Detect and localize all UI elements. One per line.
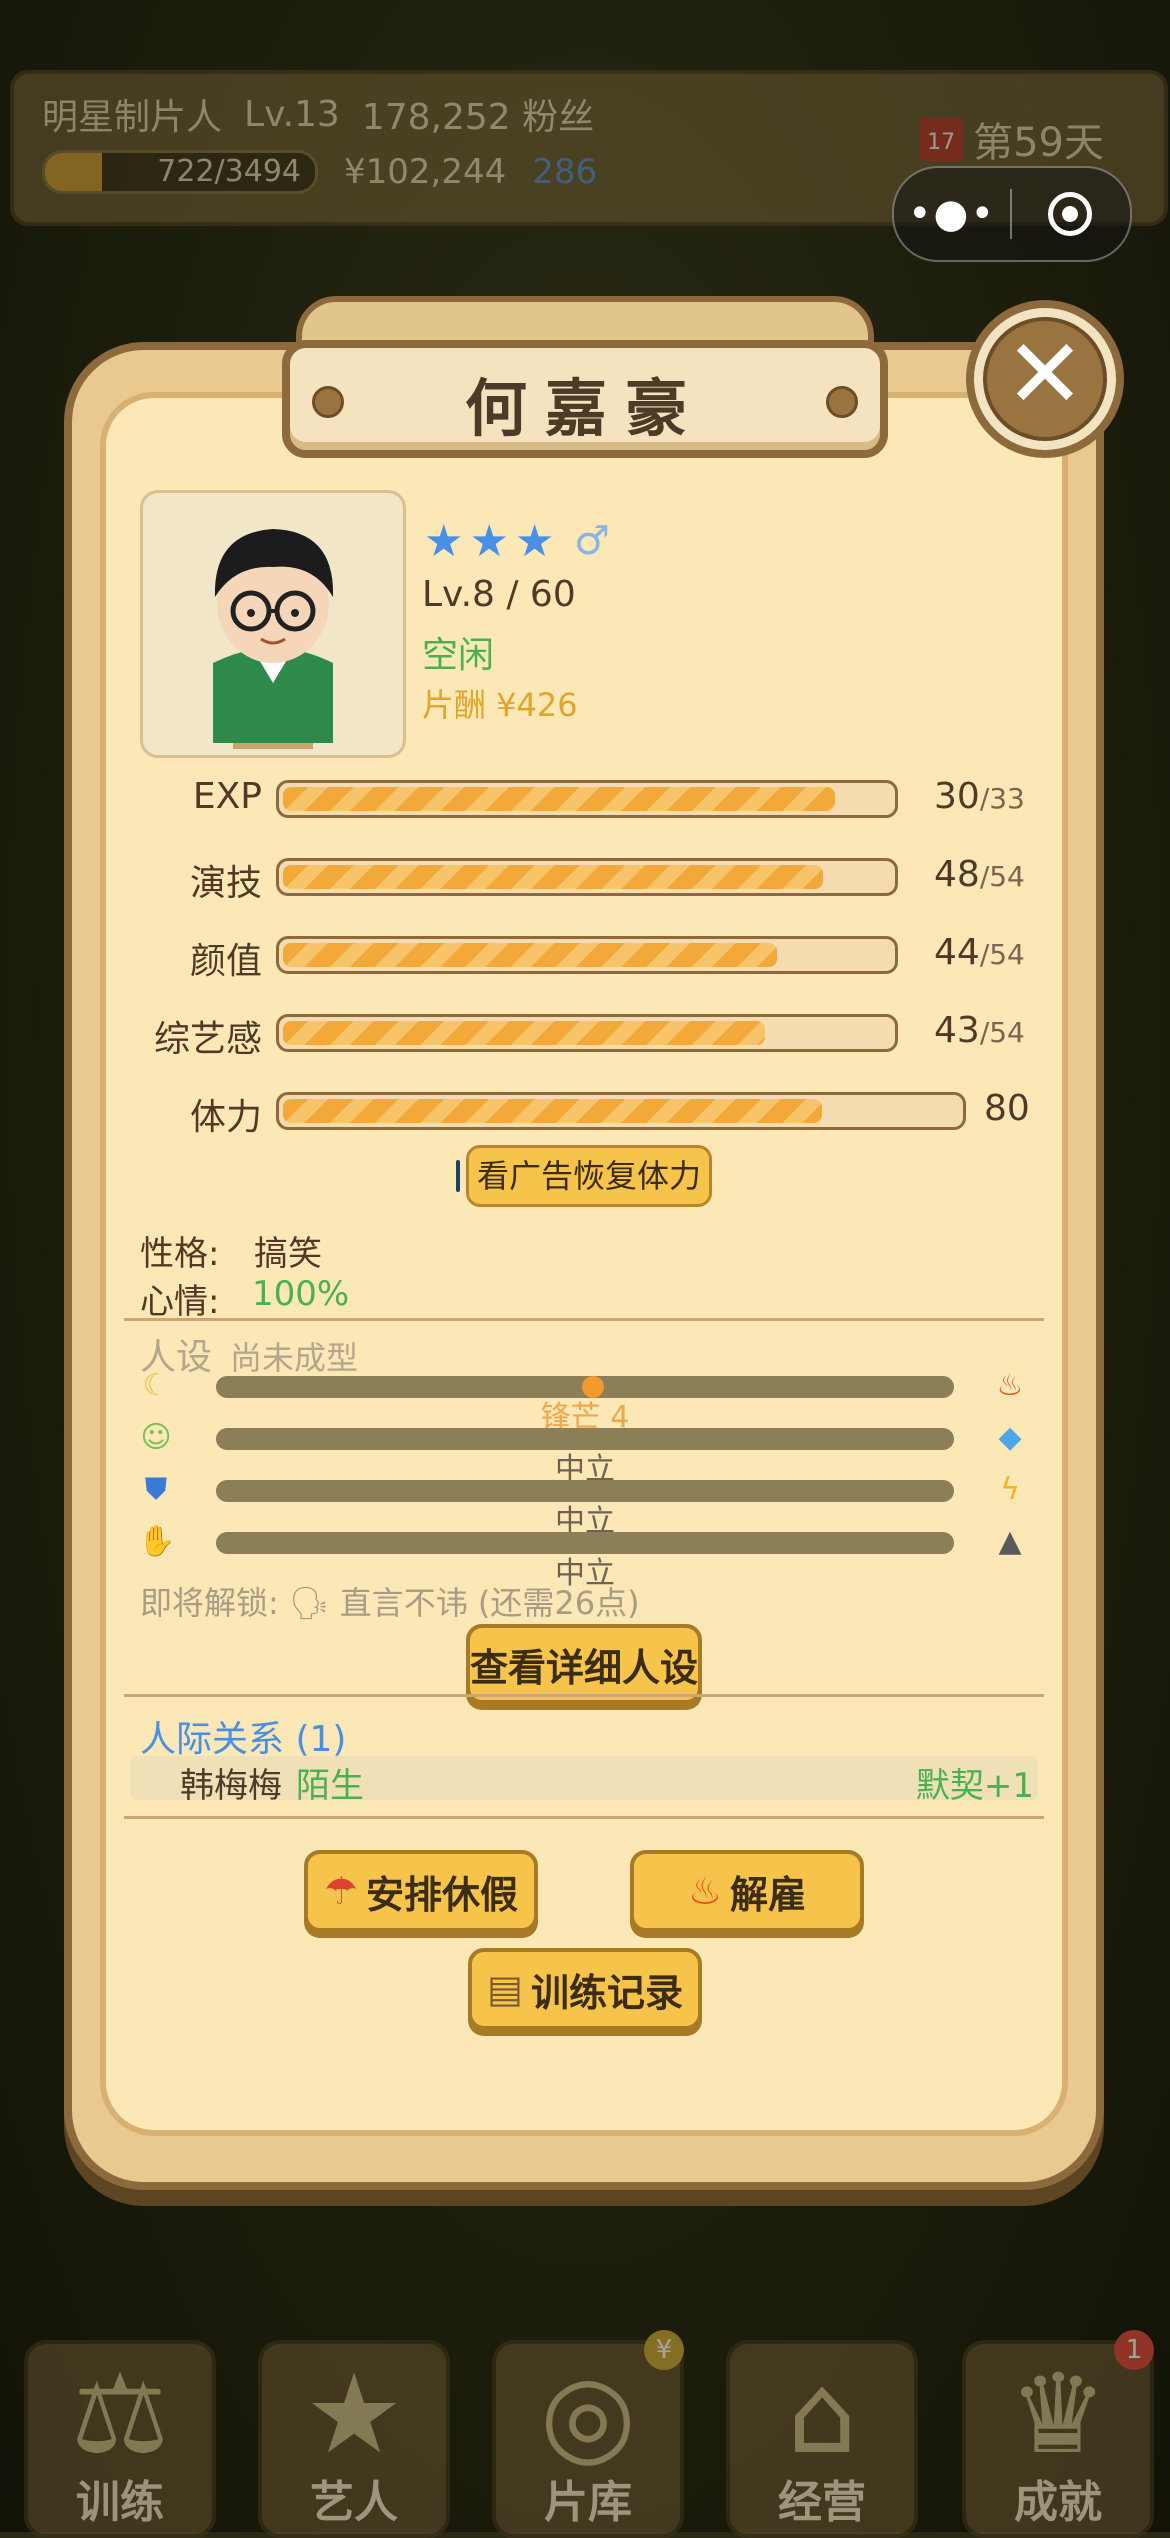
stat-bar-variety — [276, 1014, 898, 1052]
nav-badge: 1 — [1114, 2330, 1154, 2370]
stat-value-stamina: 80 — [984, 1088, 1030, 1129]
stat-bar-looks — [276, 936, 898, 974]
mood-label: 心情: — [140, 1282, 220, 1322]
nav-film-library[interactable]: ¥ ◎ 片库 — [492, 2330, 684, 2538]
mask-icon: ☺ — [140, 1420, 172, 1455]
stat-value-looks: 44/54 — [934, 932, 1025, 973]
stat-value-exp: 30/33 — [934, 776, 1025, 817]
artist-level: Lv.8 / 60 — [422, 574, 576, 615]
personality-value: 搞笑 — [254, 1234, 322, 1274]
diamond-icon: ◆ — [998, 1420, 1022, 1455]
flame-icon: ♨ — [687, 1869, 723, 1913]
stat-value-variety: 43/54 — [934, 1010, 1025, 1051]
game-title: 明星制片人 — [42, 97, 223, 138]
nav-train[interactable]: ⚖ 训练 — [24, 2340, 216, 2538]
stat-bar-stamina — [276, 1092, 966, 1130]
stat-label-variety: 综艺感 — [153, 1019, 262, 1060]
stat-bar-acting — [276, 858, 898, 896]
close-button[interactable]: ✕ — [966, 300, 1124, 458]
relation-state: 陌生 — [296, 1766, 364, 1806]
calendar-icon: 17 — [919, 117, 964, 161]
relation-name: 韩梅梅 — [180, 1766, 282, 1806]
nav-achievements[interactable]: 1 ♛ 成就 — [962, 2330, 1154, 2538]
stat-label-stamina: 体力 — [189, 1097, 262, 1138]
star-rating: ★★★ — [424, 516, 561, 567]
relations-title: 人际关系 (1) — [140, 1719, 347, 1760]
stat-label-acting: 演技 — [189, 863, 262, 904]
day-counter: 第59天 — [973, 120, 1104, 166]
stat-label-looks: 颜值 — [189, 941, 262, 982]
moon-icon: ☾ — [142, 1368, 170, 1403]
stat-value-acting: 48/54 — [934, 854, 1025, 895]
miniprogram-capsule: •●• — [892, 166, 1132, 262]
close-icon: ✕ — [983, 317, 1107, 441]
nav-business[interactable]: ⌂ 经营 — [726, 2340, 918, 2538]
eagle-icon: ▲ — [998, 1524, 1022, 1559]
beach-umbrella-icon: ☂ — [323, 1869, 359, 1913]
nav-artists[interactable]: ★ 艺人 — [258, 2340, 450, 2538]
artist-avatar — [140, 490, 406, 758]
shield-icon: ⛊ — [144, 1472, 168, 1507]
player-level: Lv.13 — [244, 93, 340, 135]
artist-status: 空闲 — [422, 635, 495, 676]
stat-label-exp: EXP — [192, 776, 262, 817]
player-exp-bar: 722/3494 — [42, 150, 318, 194]
tv-icon — [456, 1160, 460, 1192]
nav-badge: ¥ — [644, 2330, 684, 2370]
view-persona-details-button[interactable]: 查看详细人设 — [466, 1624, 702, 1704]
shop-icon: ⌂ — [787, 2350, 857, 2478]
artist-name: 何嘉豪 — [464, 372, 705, 445]
handshake-icon: ✋ — [138, 1524, 176, 1559]
fire-icon: ♨ — [996, 1368, 1024, 1403]
artist-salary: 片酬 ¥426 — [422, 686, 578, 724]
star-trophy-icon: ★ — [304, 2350, 404, 2478]
exit-miniprogram-button[interactable] — [1012, 192, 1128, 236]
stat-bar-exp — [276, 780, 898, 818]
target-icon — [1048, 192, 1092, 236]
fire-artist-button[interactable]: ♨ 解雇 — [630, 1850, 864, 1932]
training-records-button[interactable]: ▤ 训练记录 — [468, 1948, 702, 2030]
gender-icon: ♂ — [574, 518, 610, 564]
diamond-count: 286 — [532, 152, 598, 192]
lightning-icon: ϟ — [1000, 1472, 1020, 1507]
more-menu-button[interactable]: •●• — [894, 191, 1010, 237]
relation-row[interactable]: 韩梅梅 陌生 默契+1 — [130, 1756, 1038, 1806]
personality-label: 性格: — [140, 1234, 220, 1274]
title-plate: 何嘉豪 — [282, 340, 888, 458]
arrange-vacation-button[interactable]: ☂ 安排休假 — [304, 1850, 538, 1932]
relation-bonus: 默契+1 — [915, 1766, 1034, 1806]
dumbbell-icon: ⚖ — [70, 2350, 170, 2478]
clipboard-icon: ▤ — [487, 1967, 523, 2011]
bottom-nav: ⚖ 训练 ★ 艺人 ¥ ◎ 片库 ⌂ 经营 1 ♛ 成就 — [0, 2330, 1170, 2538]
fans-count: 178,252 粉丝 — [361, 97, 595, 138]
watch-ad-restore-stamina-button[interactable]: 看广告恢复体力 — [456, 1145, 713, 1207]
unlock-hint: 即将解锁: 🗣 直言不讳 (还需26点) — [140, 1584, 640, 1622]
mood-value: 100% — [252, 1274, 350, 1314]
money: ¥102,244 — [344, 152, 507, 192]
